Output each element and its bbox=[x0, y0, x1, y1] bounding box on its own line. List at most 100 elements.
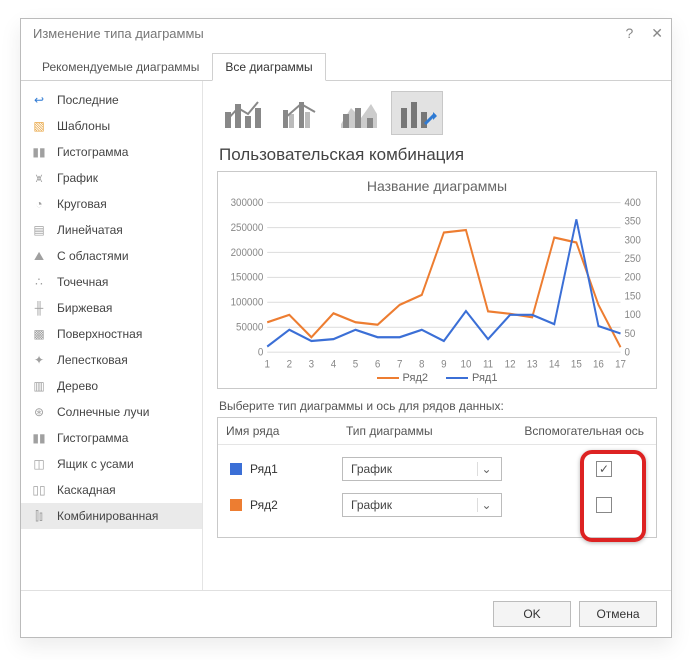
svg-text:5: 5 bbox=[353, 359, 359, 371]
chevron-down-icon: ⌄ bbox=[477, 498, 495, 512]
svg-text:0: 0 bbox=[624, 347, 630, 359]
chart-category-sidebar: ↩Последние ▧Шаблоны ▮▮Гистограмма ⩙Графи… bbox=[21, 81, 203, 590]
series-config-label: Выберите тип диаграммы и ось для рядов д… bbox=[219, 399, 657, 413]
svg-text:0: 0 bbox=[258, 347, 264, 359]
svg-text:1: 1 bbox=[264, 359, 270, 371]
recent-icon: ↩ bbox=[31, 92, 47, 108]
sidebar-item-waterfall[interactable]: ▯▯Каскадная bbox=[21, 477, 202, 503]
svg-text:7: 7 bbox=[397, 359, 403, 371]
svg-text:100: 100 bbox=[624, 310, 641, 322]
sidebar-item-radar[interactable]: ✦Лепестковая bbox=[21, 347, 202, 373]
svg-text:200000: 200000 bbox=[231, 247, 264, 259]
sidebar-item-surface[interactable]: ▩Поверхностная bbox=[21, 321, 202, 347]
sidebar-item-stock[interactable]: ╫Биржевая bbox=[21, 295, 202, 321]
change-chart-type-dialog: Изменение типа диаграммы ? ✕ Рекомендуем… bbox=[20, 18, 672, 638]
templates-icon: ▧ bbox=[31, 118, 47, 134]
series-type-select[interactable]: График⌄ bbox=[342, 493, 502, 517]
dialog-title: Изменение типа диаграммы bbox=[33, 26, 204, 41]
svg-text:12: 12 bbox=[505, 359, 516, 371]
stock-chart-icon: ╫ bbox=[31, 300, 47, 316]
svg-text:250000: 250000 bbox=[231, 222, 264, 234]
radar-chart-icon: ✦ bbox=[31, 352, 47, 368]
svg-text:400: 400 bbox=[624, 197, 641, 209]
col-secondary-axis: Вспомогательная ось bbox=[508, 418, 656, 444]
svg-text:300000: 300000 bbox=[231, 197, 264, 209]
col-chart-type: Тип диаграммы bbox=[338, 418, 508, 444]
svg-text:4: 4 bbox=[331, 359, 337, 371]
bar-chart-icon: ▤ bbox=[31, 222, 47, 238]
line-chart-icon: ⩙ bbox=[31, 170, 47, 186]
sidebar-item-scatter[interactable]: ∴Точечная bbox=[21, 269, 202, 295]
scatter-chart-icon: ∴ bbox=[31, 274, 47, 290]
svg-text:6: 6 bbox=[375, 359, 381, 371]
svg-text:17: 17 bbox=[615, 359, 626, 371]
ok-button[interactable]: OK bbox=[493, 601, 571, 627]
svg-text:50: 50 bbox=[624, 328, 635, 340]
sidebar-item-line[interactable]: ⩙График bbox=[21, 165, 202, 191]
histogram-chart-icon: ▮▮ bbox=[31, 430, 47, 446]
combo-subtype-3[interactable] bbox=[333, 91, 385, 135]
column-chart-icon: ▮▮ bbox=[31, 144, 47, 160]
svg-text:250: 250 bbox=[624, 254, 641, 266]
svg-text:350: 350 bbox=[624, 216, 641, 228]
svg-text:15: 15 bbox=[571, 359, 582, 371]
combo-subtype-2[interactable] bbox=[275, 91, 327, 135]
series-type-select[interactable]: График⌄ bbox=[342, 457, 502, 481]
combo-subtype-1[interactable] bbox=[217, 91, 269, 135]
svg-text:150: 150 bbox=[624, 291, 641, 303]
col-series-name: Имя ряда bbox=[218, 418, 338, 444]
sidebar-item-templates[interactable]: ▧Шаблоны bbox=[21, 113, 202, 139]
sidebar-item-combo[interactable]: ⫿⫾Комбинированная bbox=[21, 503, 202, 529]
sidebar-item-treemap[interactable]: ▥Дерево bbox=[21, 373, 202, 399]
treemap-chart-icon: ▥ bbox=[31, 378, 47, 394]
combo-chart-icon: ⫿⫾ bbox=[31, 508, 47, 524]
series-color-swatch bbox=[230, 463, 242, 475]
titlebar: Изменение типа диаграммы ? ✕ bbox=[21, 19, 671, 42]
waterfall-chart-icon: ▯▯ bbox=[31, 482, 47, 498]
help-icon[interactable]: ? bbox=[625, 25, 633, 42]
sunburst-chart-icon: ⊛ bbox=[31, 404, 47, 420]
sidebar-item-area[interactable]: ⛰С областями bbox=[21, 243, 202, 269]
sidebar-item-pie[interactable]: ◔Круговая bbox=[21, 191, 202, 217]
combo-subtype-custom[interactable] bbox=[391, 91, 443, 135]
tab-all[interactable]: Все диаграммы bbox=[212, 53, 325, 81]
svg-text:9: 9 bbox=[441, 359, 447, 371]
sidebar-item-sunburst[interactable]: ⊛Солнечные лучи bbox=[21, 399, 202, 425]
svg-text:3: 3 bbox=[309, 359, 315, 371]
svg-text:300: 300 bbox=[624, 235, 641, 247]
secondary-axis-checkbox[interactable] bbox=[596, 497, 612, 513]
svg-text:16: 16 bbox=[593, 359, 604, 371]
preview-plot: 0500001000001500002000002500003000000501… bbox=[226, 196, 648, 372]
chevron-down-icon: ⌄ bbox=[477, 462, 495, 476]
sidebar-item-column[interactable]: ▮▮Гистограмма bbox=[21, 139, 202, 165]
tabs: Рекомендуемые диаграммы Все диаграммы bbox=[21, 52, 671, 81]
sidebar-item-bar[interactable]: ▤Линейчатая bbox=[21, 217, 202, 243]
main-panel: Пользовательская комбинация Название диа… bbox=[203, 81, 671, 590]
tab-recommended[interactable]: Рекомендуемые диаграммы bbox=[29, 53, 212, 81]
sidebar-item-histogram[interactable]: ▮▮Гистограмма bbox=[21, 425, 202, 451]
svg-text:8: 8 bbox=[419, 359, 425, 371]
svg-text:11: 11 bbox=[483, 359, 493, 371]
series-color-swatch bbox=[230, 499, 242, 511]
secondary-axis-checkbox[interactable]: ✓ bbox=[596, 461, 612, 477]
sidebar-item-boxwhisker[interactable]: ◫Ящик с усами bbox=[21, 451, 202, 477]
svg-text:14: 14 bbox=[549, 359, 560, 371]
preview-chart-title: Название диаграммы bbox=[226, 178, 648, 194]
series-row: Ряд2 График⌄ bbox=[222, 487, 652, 523]
sidebar-item-recent[interactable]: ↩Последние bbox=[21, 87, 202, 113]
section-title: Пользовательская комбинация bbox=[219, 145, 657, 165]
surface-chart-icon: ▩ bbox=[31, 326, 47, 342]
series-config-table: Имя ряда Тип диаграммы Вспомогательная о… bbox=[217, 417, 657, 538]
chart-preview: Название диаграммы 050000100000150000200… bbox=[217, 171, 657, 389]
dialog-footer: OK Отмена bbox=[21, 590, 671, 637]
series-row: Ряд1 График⌄ ✓ bbox=[222, 451, 652, 487]
svg-text:13: 13 bbox=[527, 359, 538, 371]
svg-text:150000: 150000 bbox=[231, 272, 264, 284]
box-whisker-icon: ◫ bbox=[31, 456, 47, 472]
close-icon[interactable]: ✕ bbox=[651, 25, 663, 42]
svg-text:10: 10 bbox=[461, 359, 472, 371]
combo-subtype-row bbox=[217, 91, 657, 135]
svg-text:2: 2 bbox=[287, 359, 293, 371]
svg-text:50000: 50000 bbox=[236, 322, 263, 334]
cancel-button[interactable]: Отмена bbox=[579, 601, 657, 627]
